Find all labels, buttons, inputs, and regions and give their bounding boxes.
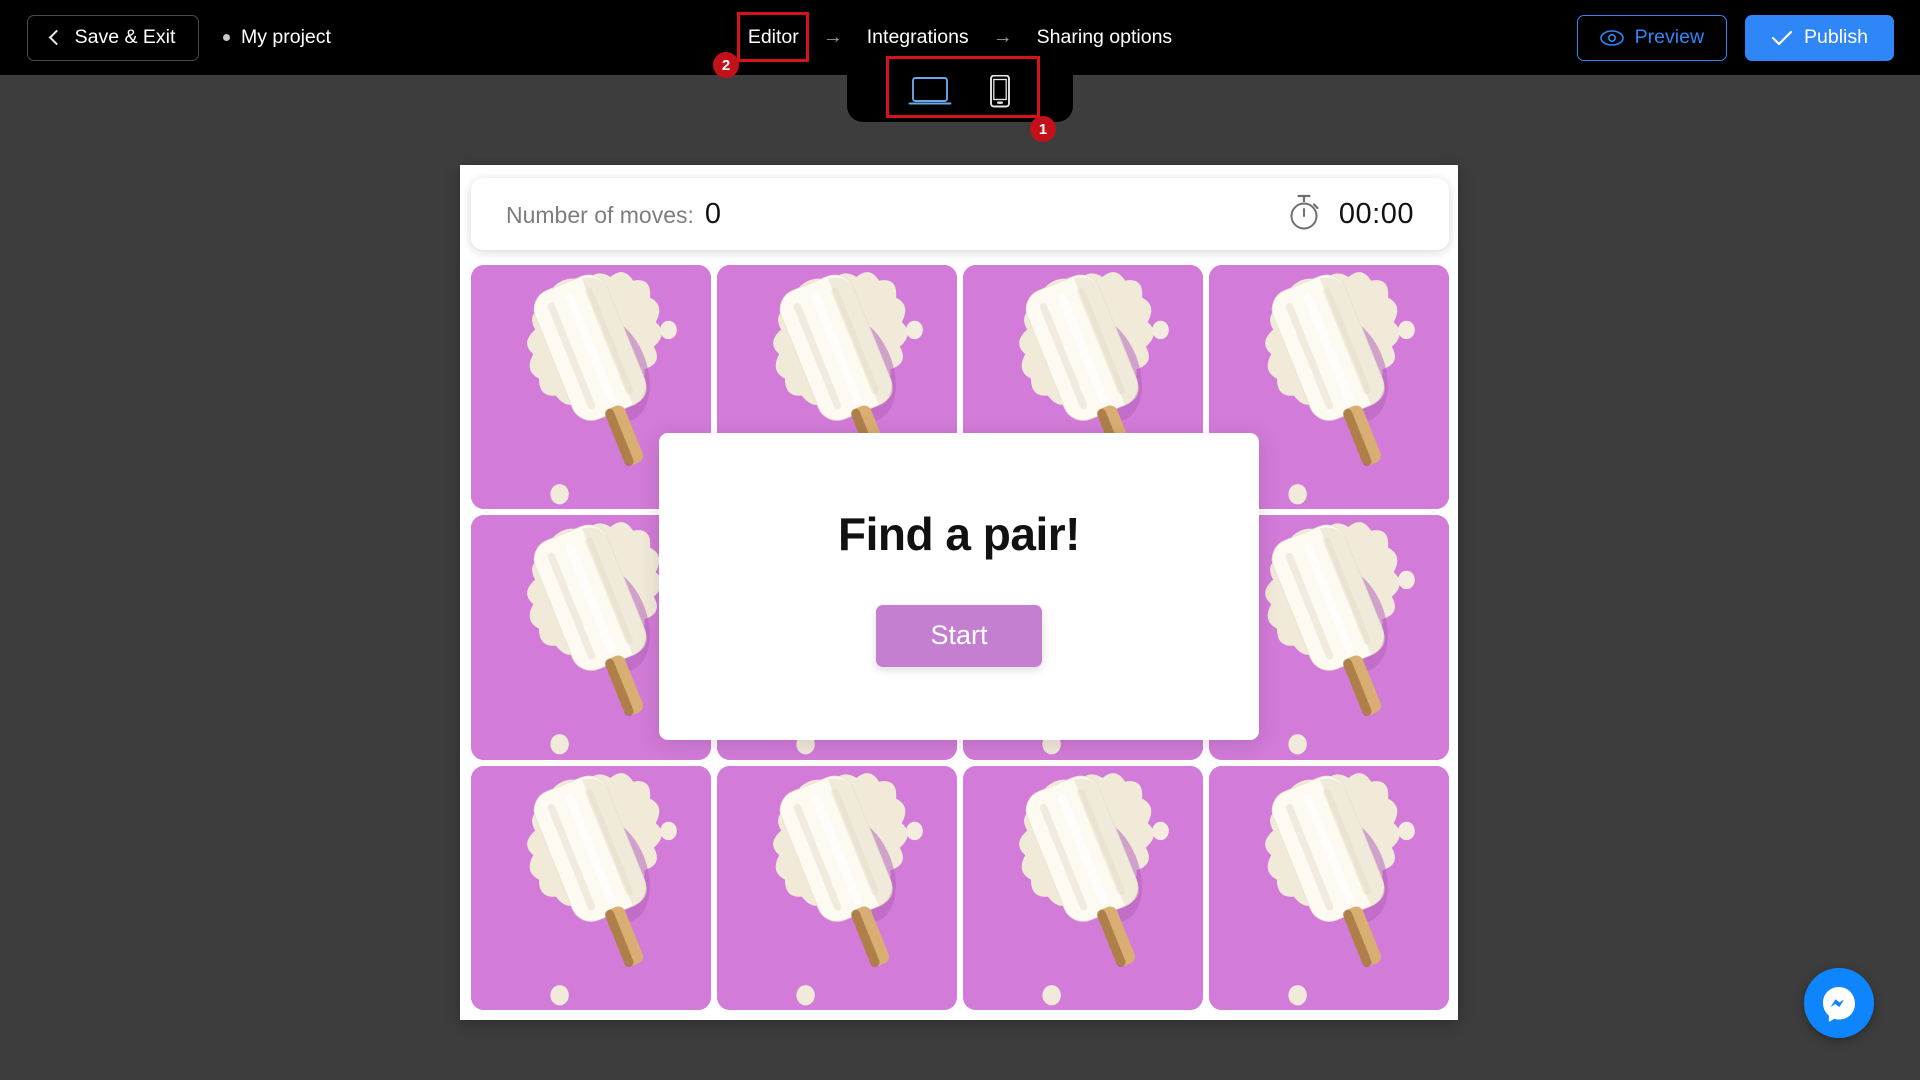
eye-icon <box>1599 29 1624 46</box>
game-timer: 00:00 <box>1287 193 1414 236</box>
top-toolbar: Save & Exit My project Editor → Integrat… <box>0 0 1920 75</box>
breadcrumb-arrow-icon: → <box>992 26 1013 48</box>
breadcrumb-item-integrations[interactable]: Integrations <box>857 20 979 55</box>
preview-canvas: Number of moves: 0 00:00 Find a pair! St… <box>460 165 1458 1020</box>
game-status-bar: Number of moves: 0 00:00 <box>471 178 1449 250</box>
publish-label: Publish <box>1804 26 1868 48</box>
moves-value: 0 <box>704 197 722 230</box>
status-dot-icon <box>223 34 230 41</box>
publish-button[interactable]: Publish <box>1745 14 1894 61</box>
breadcrumb-arrow-icon: → <box>822 26 843 48</box>
timer-value: 00:00 <box>1338 197 1414 230</box>
moves-label: Number of moves: <box>506 201 694 228</box>
moves-counter: Number of moves: 0 <box>506 198 721 231</box>
memory-card[interactable] <box>963 765 1203 1010</box>
top-actions: Preview Publish <box>1576 0 1894 75</box>
messenger-chat-button[interactable] <box>1804 968 1874 1038</box>
breadcrumb-item-editor[interactable]: Editor <box>738 20 809 55</box>
annotation-badge-2: 2 <box>713 52 739 78</box>
editor-workspace: Number of moves: 0 00:00 Find a pair! St… <box>0 75 1920 1080</box>
preview-button[interactable]: Preview <box>1576 14 1728 61</box>
project-name[interactable]: My project <box>223 26 331 49</box>
save-and-exit-button[interactable]: Save & Exit <box>27 14 199 61</box>
start-button[interactable]: Start <box>876 604 1042 667</box>
memory-card[interactable] <box>1209 765 1449 1010</box>
device-toggle-mobile[interactable] <box>988 74 1012 108</box>
breadcrumb-item-sharing-options[interactable]: Sharing options <box>1027 20 1183 55</box>
breadcrumb: Editor → Integrations → Sharing options <box>738 0 1182 75</box>
stopwatch-icon <box>1287 193 1321 236</box>
preview-label: Preview <box>1634 26 1705 48</box>
memory-card[interactable] <box>471 765 711 1010</box>
annotation-badge-1: 1 <box>1030 116 1056 142</box>
chevron-left-icon <box>48 29 64 46</box>
device-toggle-desktop[interactable] <box>908 75 952 107</box>
project-name-label: My project <box>241 26 331 48</box>
start-game-modal: Find a pair! Start <box>659 433 1259 740</box>
modal-title: Find a pair! <box>838 507 1080 560</box>
checkmark-icon <box>1771 29 1793 47</box>
save-and-exit-label: Save & Exit <box>74 26 176 48</box>
memory-card[interactable] <box>717 765 957 1010</box>
